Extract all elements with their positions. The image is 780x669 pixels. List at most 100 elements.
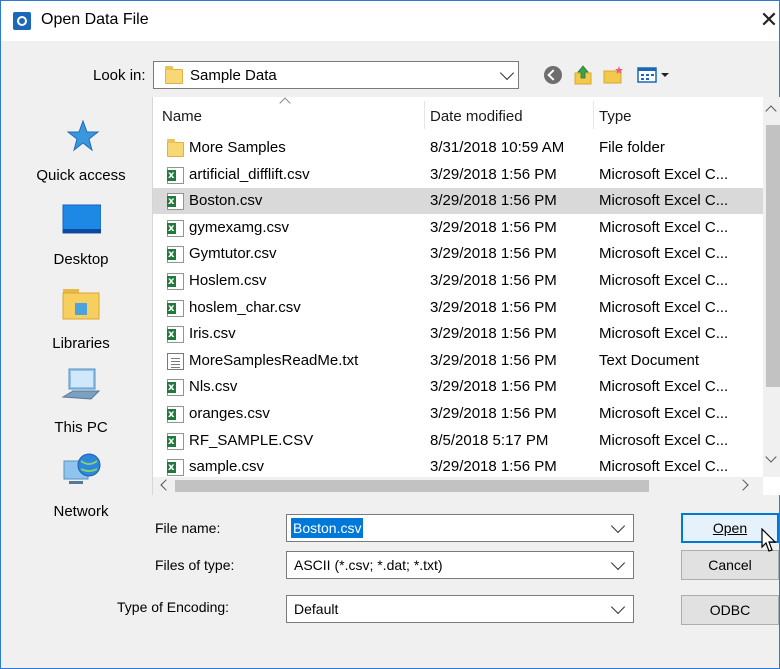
column-header-type[interactable]: Type <box>599 97 632 133</box>
file-date-cell: 3/29/2018 1:56 PM <box>430 165 557 183</box>
place-this-pc[interactable]: This PC <box>11 359 151 443</box>
back-icon[interactable] <box>544 66 562 84</box>
scroll-down-icon[interactable] <box>765 451 777 463</box>
file-row[interactable]: More Samples 8/31/2018 10:59 AM File folde… <box>153 135 763 161</box>
file-type-cell: Microsoft Excel C... <box>599 218 729 236</box>
file-date-cell: 8/5/2018 5:17 PM <box>430 431 549 449</box>
files-of-type-value: ASCII (*.csv; *.dat; *.txt) <box>294 557 443 573</box>
new-folder-icon[interactable] <box>603 65 625 85</box>
odbc-button[interactable]: ODBC <box>681 595 779 625</box>
files-of-type-dropdown[interactable]: ASCII (*.csv; *.dat; *.txt) <box>286 551 634 579</box>
folder-icon <box>165 66 183 84</box>
window-title: Open Data File <box>41 11 149 28</box>
column-divider[interactable] <box>593 101 594 129</box>
file-name-cell: Boston.csv <box>189 192 263 210</box>
place-network[interactable]: Network <box>11 443 151 527</box>
file-row[interactable]: Nls.csv 3/29/2018 1:56 PM Microsoft Excel … <box>153 374 763 401</box>
file-type-cell: Microsoft Excel C... <box>599 405 729 422</box>
place-label: This PC <box>54 419 108 436</box>
vertical-scrollbar[interactable] <box>763 97 780 477</box>
file-row[interactable]: MoreSamplesReadMe.txt 3/29/2018 1:56 PM Te… <box>153 348 763 374</box>
horizontal-scrollbar[interactable] <box>153 477 763 495</box>
vertical-scroll-thumb[interactable] <box>766 125 780 387</box>
place-libraries[interactable]: Libraries <box>11 275 151 359</box>
desktop-icon <box>61 199 102 239</box>
file-date-cell: 3/29/2018 1:56 PM <box>430 192 557 210</box>
file-date-cell: 3/29/2018 1:56 PM <box>430 325 557 343</box>
app-icon <box>13 12 31 30</box>
column-divider[interactable] <box>424 101 425 129</box>
excel-csv-icon <box>167 296 184 322</box>
libraries-icon <box>61 283 101 323</box>
file-date-cell: 3/29/2018 1:56 PM <box>430 272 557 289</box>
excel-csv-icon <box>167 455 184 481</box>
file-row[interactable]: RF_SAMPLE.CSV 8/5/2018 5:17 PM Microsoft E… <box>153 428 763 455</box>
place-desktop[interactable]: Desktop <box>11 191 151 275</box>
horizontal-scroll-thumb[interactable] <box>175 480 649 492</box>
place-label: Quick access <box>36 167 126 184</box>
file-row[interactable]: artificial_difflift.csv 3/29/2018 1:56 PM… <box>153 162 763 189</box>
open-button-label: Open <box>712 520 748 536</box>
file-row[interactable]: Gymtutor.csv 3/29/2018 1:56 PM Microsoft E… <box>153 241 763 268</box>
open-data-file-dialog: Open Data File ✕ Look in: Sample Data Qu… <box>0 0 780 669</box>
scroll-right-icon[interactable] <box>737 479 749 491</box>
excel-csv-icon <box>167 163 184 189</box>
excel-csv-icon <box>167 322 184 348</box>
close-icon[interactable]: ✕ <box>757 5 780 35</box>
file-row[interactable]: Hoslem.csv 3/29/2018 1:56 PM Microsoft Exc… <box>153 268 763 295</box>
excel-csv-icon <box>167 216 184 242</box>
file-name-input[interactable]: Boston.csv <box>286 514 634 542</box>
file-type-cell: Text Document <box>599 351 700 369</box>
title-bar[interactable]: Open Data File ✕ <box>1 1 779 41</box>
encoding-label: Type of Encoding: <box>117 599 230 615</box>
column-header-date[interactable]: Date modified <box>430 97 523 133</box>
file-row[interactable]: Iris.csv 3/29/2018 1:56 PM Microsoft Excel… <box>153 321 763 348</box>
file-date-cell: 3/29/2018 1:56 PM <box>430 245 557 263</box>
excel-csv-icon <box>167 375 184 401</box>
place-label: Network <box>53 503 109 520</box>
scroll-up-icon[interactable] <box>765 105 777 117</box>
file-name-cell: hoslem_char.csv <box>189 298 301 316</box>
files-of-type-label: Files of type: <box>155 557 235 573</box>
file-row[interactable]: gymexamg.csv 3/29/2018 1:56 PM Microsoft E… <box>153 215 763 242</box>
view-menu-icon[interactable] <box>637 66 673 84</box>
folder-icon <box>167 139 184 157</box>
chevron-down-icon[interactable] <box>499 65 515 81</box>
scroll-left-icon[interactable] <box>160 479 172 491</box>
encoding-dropdown[interactable]: Default <box>286 595 634 623</box>
chevron-down-icon[interactable] <box>610 599 626 615</box>
column-header-name[interactable]: Name <box>162 97 202 133</box>
file-name-cell: Gymtutor.csv <box>189 245 277 263</box>
sort-ascending-icon <box>279 97 291 109</box>
file-type-cell: Microsoft Excel C... <box>599 192 729 210</box>
file-type-cell: Microsoft Excel C... <box>599 245 729 263</box>
file-name-cell: oranges.csv <box>189 405 270 422</box>
excel-csv-icon <box>167 242 184 268</box>
file-date-cell: 3/29/2018 1:56 PM <box>430 218 557 236</box>
places-sidebar: Quick access Desktop Libraries This PC N… <box>11 97 151 520</box>
text-document-icon <box>167 352 184 370</box>
file-name-cell: MoreSamplesReadMe.txt <box>189 351 359 369</box>
computer-icon <box>61 367 101 407</box>
file-row[interactable]: hoslem_char.csv 3/29/2018 1:56 PM Microsof… <box>153 295 763 322</box>
mouse-pointer-icon <box>761 527 779 554</box>
file-date-cell: 8/31/2018 10:59 AM <box>430 139 565 156</box>
look-in-label: Look in: <box>93 67 146 84</box>
file-type-cell: Microsoft Excel C... <box>599 325 729 343</box>
file-row[interactable]: Boston.csv 3/29/2018 1:56 PM Microsoft Exc… <box>153 188 763 215</box>
place-quick-access[interactable]: Quick access <box>11 107 151 191</box>
file-type-cell: Microsoft Excel C... <box>599 431 729 449</box>
file-date-cell: 3/29/2018 1:56 PM <box>430 351 557 369</box>
file-row[interactable]: oranges.csv 3/29/2018 1:56 PM Microsoft Ex… <box>153 401 763 428</box>
cancel-button[interactable]: Cancel <box>681 550 779 580</box>
file-name-cell: gymexamg.csv <box>189 218 290 236</box>
chevron-down-icon[interactable] <box>610 555 626 571</box>
excel-csv-icon <box>167 189 184 215</box>
file-date-cell: 3/29/2018 1:56 PM <box>430 378 557 396</box>
file-type-cell: Microsoft Excel C... <box>599 378 729 396</box>
file-date-cell: 3/29/2018 1:56 PM <box>430 405 557 422</box>
look-in-dropdown[interactable]: Sample Data <box>153 61 519 89</box>
chevron-down-icon[interactable] <box>610 518 626 534</box>
up-one-level-icon[interactable] <box>573 64 593 86</box>
excel-csv-icon <box>167 402 184 428</box>
